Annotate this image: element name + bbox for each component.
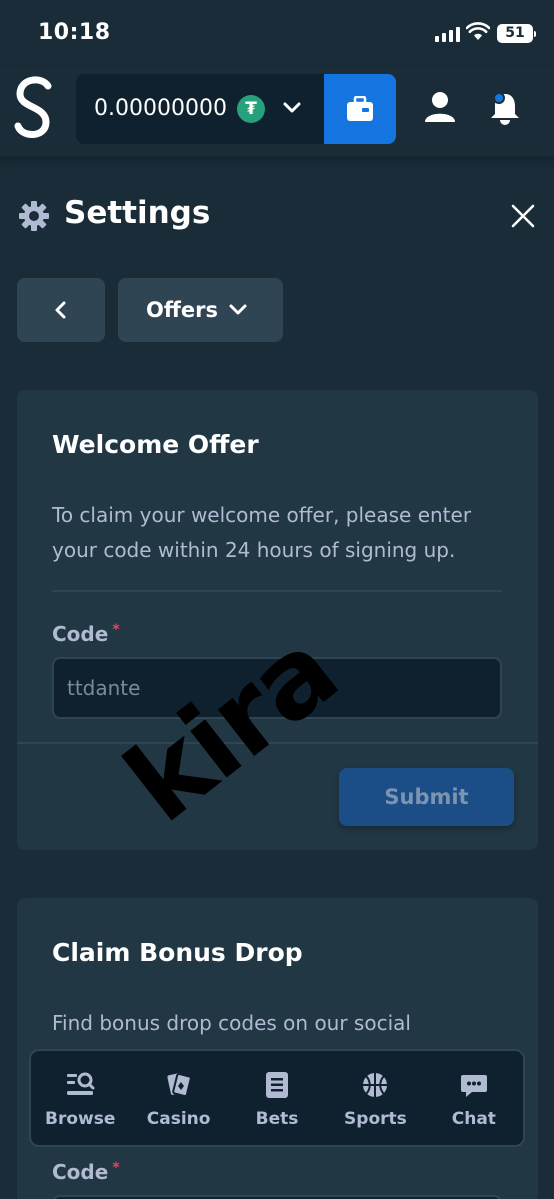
page-title: Settings [64, 195, 211, 231]
settings-page: 10:18 51 0.00000000 ₮ Settings Offers We… [0, 0, 554, 1199]
section-dropdown[interactable]: Offers [118, 278, 283, 342]
divider [52, 590, 502, 592]
submit-button[interactable]: Submit [339, 768, 514, 826]
user-profile-icon[interactable] [420, 88, 460, 128]
chat-bubble-icon [460, 1075, 487, 1097]
balance-amount: 0.00000000 [94, 96, 227, 121]
nav-bets[interactable]: Bets [228, 1051, 326, 1145]
nav-label: Casino [146, 1109, 211, 1129]
browse-icon [67, 1072, 95, 1095]
balance-selector[interactable]: 0.00000000 ₮ [76, 74, 326, 144]
battery-level: 51 [505, 25, 525, 41]
chevron-down-icon [283, 102, 301, 113]
settings-gear-icon [19, 201, 49, 231]
notifications-bell-icon[interactable] [485, 88, 525, 128]
code-label: Code * [52, 622, 120, 646]
bottom-navigation: Browse Casino Bets Sports Chat [29, 1049, 525, 1147]
nav-label: Browse [45, 1109, 116, 1129]
nav-sports[interactable]: Sports [326, 1051, 424, 1145]
wallet-button[interactable] [324, 74, 396, 144]
battery-icon: 51 [497, 24, 536, 43]
app-header: 0.00000000 ₮ [0, 66, 554, 156]
welcome-offer-title: Welcome Offer [52, 430, 259, 459]
status-bar: 10:18 51 [0, 0, 554, 66]
nav-label: Bets [255, 1109, 299, 1129]
cellular-signal-icon [435, 26, 460, 42]
bonus-drop-description: Find bonus drop codes on our social [52, 1011, 411, 1035]
back-button[interactable] [17, 278, 105, 342]
bonus-drop-title: Claim Bonus Drop [52, 938, 303, 967]
status-time: 10:18 [38, 20, 111, 45]
code-label-text: Code [52, 622, 109, 646]
required-marker: * [112, 1160, 120, 1176]
bonus-code-input[interactable] [52, 1195, 502, 1199]
tether-coin-icon: ₮ [237, 95, 265, 123]
nav-browse[interactable]: Browse [31, 1051, 129, 1145]
close-icon[interactable] [509, 202, 537, 230]
code-label: Code * [52, 1160, 120, 1184]
nav-label: Sports [344, 1109, 407, 1129]
wallet-icon [347, 96, 373, 121]
welcome-offer-description: To claim your welcome offer, please ente… [52, 503, 472, 562]
code-label-text: Code [52, 1160, 109, 1184]
chevron-down-icon [229, 304, 247, 315]
welcome-code-input[interactable] [52, 657, 502, 719]
nav-label: Chat [451, 1109, 496, 1129]
stake-logo-icon[interactable] [12, 76, 56, 140]
nav-chat[interactable]: Chat [425, 1051, 523, 1145]
basketball-icon [363, 1073, 388, 1097]
section-dropdown-label: Offers [146, 298, 218, 322]
wifi-icon [466, 22, 490, 40]
required-marker: * [112, 622, 120, 638]
nav-casino[interactable]: Casino [129, 1051, 227, 1145]
bets-list-icon [266, 1072, 289, 1098]
casino-cards-icon [167, 1073, 192, 1097]
chevron-left-icon [55, 301, 66, 319]
divider [17, 742, 538, 744]
welcome-offer-card: Welcome Offer To claim your welcome offe… [17, 390, 538, 850]
